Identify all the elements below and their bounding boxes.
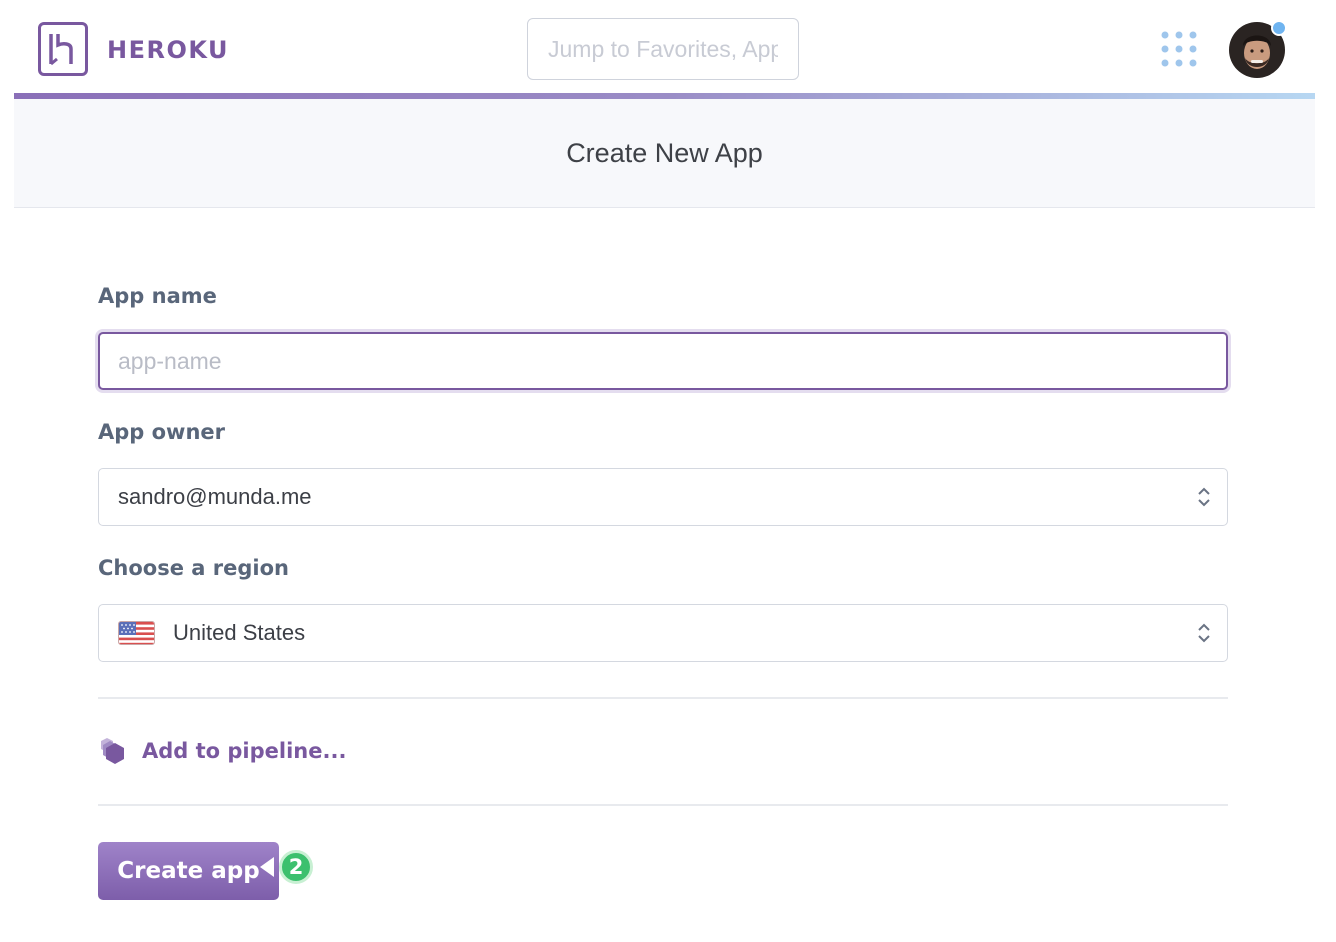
app-owner-select[interactable]: sandro@munda.me [98,468,1228,526]
avatar[interactable] [1229,20,1287,78]
add-to-pipeline-link[interactable]: Add to pipeline... [98,734,346,768]
notification-dot [1271,20,1287,36]
pipeline-hexagon-icon [101,738,124,764]
page-title-band: Create New App [14,99,1315,208]
top-nav: HEROKU [0,0,1336,96]
chevron-updown-icon [1198,487,1210,507]
brand-name[interactable]: HEROKU [107,36,229,64]
add-to-pipeline-label: Add to pipeline... [142,739,347,763]
chevron-updown-icon [1198,623,1210,643]
search-input[interactable] [527,18,799,80]
page: HEROKU Jump to Favorites, Apps, Pipeline… [0,0,1336,942]
page-title: Create New App [566,138,763,168]
divider [98,804,1228,806]
region-label: Choose a region [98,556,289,580]
create-app-button[interactable]: Create app [98,842,279,900]
app-owner-value: sandro@munda.me [118,484,312,509]
region-select[interactable]: United States [98,604,1228,662]
app-owner-label: App owner [98,420,226,444]
divider [98,697,1228,699]
region-value: United States [173,620,306,645]
app-name-label: App name [98,284,217,308]
heroku-logo-icon[interactable] [38,22,88,76]
app-name-field[interactable] [98,332,1228,390]
step-badge-pointer [260,857,274,877]
us-flag-icon [118,621,155,645]
step-badge: 2 [260,850,314,886]
apps-grid-icon[interactable] [1160,30,1198,68]
step-number: 2 [279,850,313,884]
app-name-input[interactable] [100,334,1226,388]
